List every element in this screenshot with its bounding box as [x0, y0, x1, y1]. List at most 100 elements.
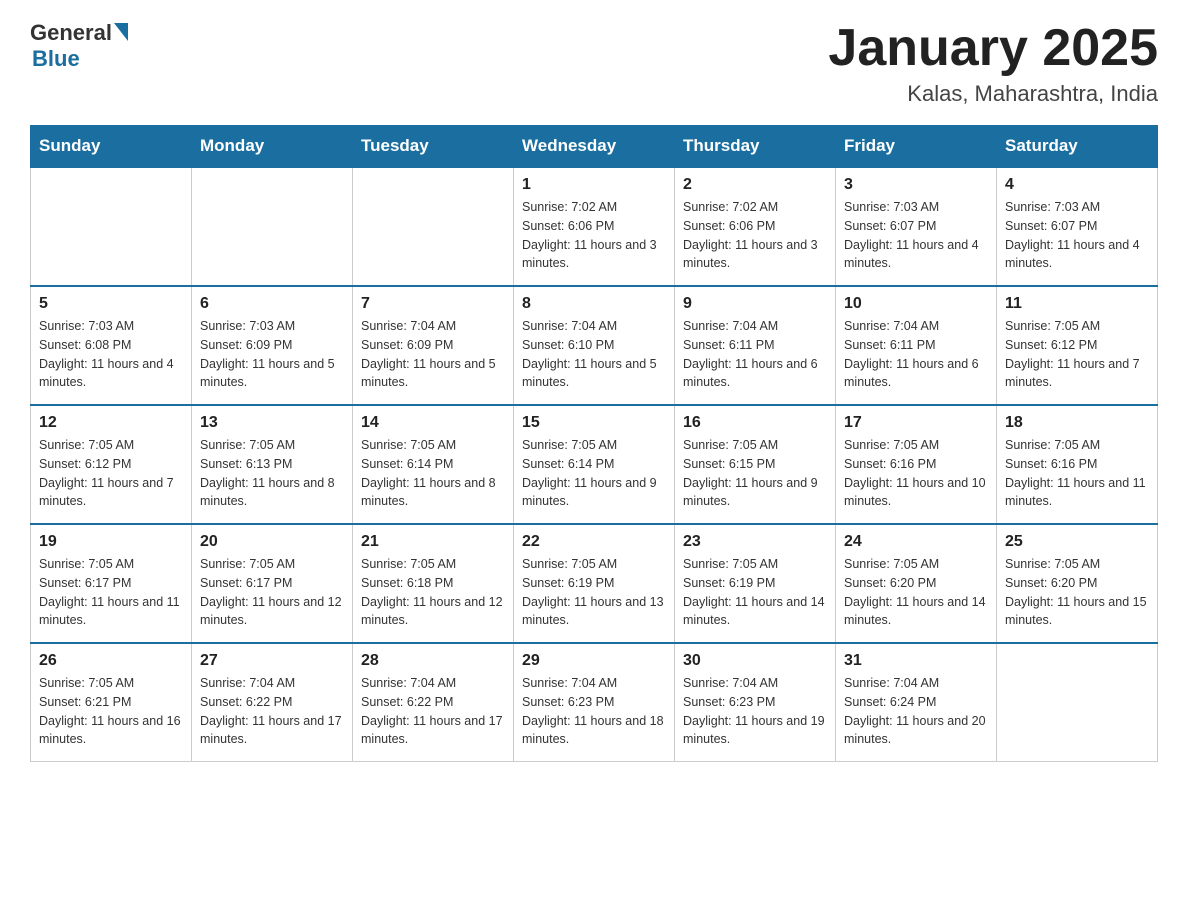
day-info: Sunrise: 7:05 AM Sunset: 6:19 PM Dayligh…	[683, 555, 827, 630]
calendar-cell: 10 Sunrise: 7:04 AM Sunset: 6:11 PM Dayli…	[836, 286, 997, 405]
calendar-subtitle: Kalas, Maharashtra, India	[828, 81, 1158, 107]
day-number: 15	[522, 414, 666, 432]
calendar-cell: 18Sunrise: 7:05 AM Sunset: 6:16 PM Dayli…	[997, 405, 1158, 524]
calendar-cell: 30Sunrise: 7:04 AM Sunset: 6:23 PM Dayli…	[675, 643, 836, 762]
calendar-cell: 3 Sunrise: 7:03 AM Sunset: 6:07 PM Daylig…	[836, 167, 997, 286]
day-info: Sunrise: 7:04 AM Sunset: 6:11 PM Dayligh…	[683, 317, 827, 392]
day-number: 3	[844, 176, 988, 194]
day-info: Sunrise: 7:03 AM Sunset: 6:08 PM Dayligh…	[39, 317, 183, 392]
calendar-cell: 16Sunrise: 7:05 AM Sunset: 6:15 PM Dayli…	[675, 405, 836, 524]
day-info: Sunrise: 7:02 AM Sunset: 6:06 PM Dayligh…	[522, 198, 666, 273]
day-info: Sunrise: 7:05 AM Sunset: 6:17 PM Dayligh…	[200, 555, 344, 630]
day-info: Sunrise: 7:03 AM Sunset: 6:07 PM Dayligh…	[1005, 198, 1149, 273]
calendar-cell	[997, 643, 1158, 762]
calendar-cell: 27 Sunrise: 7:04 AM Sunset: 6:22 PM Dayli…	[192, 643, 353, 762]
calendar-cell: 7Sunrise: 7:04 AM Sunset: 6:09 PM Daylig…	[353, 286, 514, 405]
day-number: 18	[1005, 414, 1149, 432]
day-info: Sunrise: 7:04 AM Sunset: 6:11 PM Dayligh…	[844, 317, 988, 392]
day-info: Sunrise: 7:04 AM Sunset: 6:09 PM Dayligh…	[361, 317, 505, 392]
day-info: Sunrise: 7:03 AM Sunset: 6:07 PM Dayligh…	[844, 198, 988, 273]
day-info: Sunrise: 7:05 AM Sunset: 6:17 PM Dayligh…	[39, 555, 183, 630]
day-info: Sunrise: 7:05 AM Sunset: 6:19 PM Dayligh…	[522, 555, 666, 630]
day-info: Sunrise: 7:05 AM Sunset: 6:20 PM Dayligh…	[844, 555, 988, 630]
day-info: Sunrise: 7:05 AM Sunset: 6:21 PM Dayligh…	[39, 674, 183, 749]
calendar-cell: 23 Sunrise: 7:05 AM Sunset: 6:19 PM Dayli…	[675, 524, 836, 643]
day-info: Sunrise: 7:05 AM Sunset: 6:14 PM Dayligh…	[522, 436, 666, 511]
calendar-cell: 28Sunrise: 7:04 AM Sunset: 6:22 PM Dayli…	[353, 643, 514, 762]
calendar-cell: 4 Sunrise: 7:03 AM Sunset: 6:07 PM Daylig…	[997, 167, 1158, 286]
calendar-cell: 8 Sunrise: 7:04 AM Sunset: 6:10 PM Daylig…	[514, 286, 675, 405]
logo-blue-text: Blue	[32, 46, 80, 72]
day-info: Sunrise: 7:04 AM Sunset: 6:22 PM Dayligh…	[361, 674, 505, 749]
day-number: 13	[200, 414, 344, 432]
header-cell-sunday: Sunday	[31, 126, 192, 168]
day-number: 11	[1005, 295, 1149, 313]
logo-general-text: General	[30, 20, 112, 46]
day-number: 23	[683, 533, 827, 551]
day-number: 6	[200, 295, 344, 313]
calendar-cell: 21 Sunrise: 7:05 AM Sunset: 6:18 PM Dayli…	[353, 524, 514, 643]
day-info: Sunrise: 7:04 AM Sunset: 6:22 PM Dayligh…	[200, 674, 344, 749]
calendar-week-5: 26 Sunrise: 7:05 AM Sunset: 6:21 PM Dayli…	[31, 643, 1158, 762]
calendar-cell: 13 Sunrise: 7:05 AM Sunset: 6:13 PM Dayli…	[192, 405, 353, 524]
calendar-header: SundayMondayTuesdayWednesdayThursdayFrid…	[31, 126, 1158, 168]
day-number: 1	[522, 176, 666, 194]
calendar-week-1: 1 Sunrise: 7:02 AM Sunset: 6:06 PM Daylig…	[31, 167, 1158, 286]
day-info: Sunrise: 7:05 AM Sunset: 6:16 PM Dayligh…	[844, 436, 988, 511]
header-row: SundayMondayTuesdayWednesdayThursdayFrid…	[31, 126, 1158, 168]
header-cell-monday: Monday	[192, 126, 353, 168]
calendar-cell: 25Sunrise: 7:05 AM Sunset: 6:20 PM Dayli…	[997, 524, 1158, 643]
day-info: Sunrise: 7:05 AM Sunset: 6:18 PM Dayligh…	[361, 555, 505, 630]
calendar-title: January 2025	[828, 20, 1158, 77]
calendar-cell: 29Sunrise: 7:04 AM Sunset: 6:23 PM Dayli…	[514, 643, 675, 762]
day-number: 9	[683, 295, 827, 313]
day-number: 10	[844, 295, 988, 313]
day-number: 27	[200, 652, 344, 670]
logo: General Blue	[30, 20, 128, 72]
day-number: 21	[361, 533, 505, 551]
calendar-cell: 17 Sunrise: 7:05 AM Sunset: 6:16 PM Dayli…	[836, 405, 997, 524]
calendar-week-2: 5 Sunrise: 7:03 AM Sunset: 6:08 PM Daylig…	[31, 286, 1158, 405]
day-number: 22	[522, 533, 666, 551]
day-number: 4	[1005, 176, 1149, 194]
calendar-cell: 14 Sunrise: 7:05 AM Sunset: 6:14 PM Dayli…	[353, 405, 514, 524]
day-info: Sunrise: 7:03 AM Sunset: 6:09 PM Dayligh…	[200, 317, 344, 392]
day-info: Sunrise: 7:04 AM Sunset: 6:10 PM Dayligh…	[522, 317, 666, 392]
day-info: Sunrise: 7:05 AM Sunset: 6:14 PM Dayligh…	[361, 436, 505, 511]
calendar-cell: 26 Sunrise: 7:05 AM Sunset: 6:21 PM Dayli…	[31, 643, 192, 762]
day-info: Sunrise: 7:04 AM Sunset: 6:23 PM Dayligh…	[522, 674, 666, 749]
calendar-body: 1 Sunrise: 7:02 AM Sunset: 6:06 PM Daylig…	[31, 167, 1158, 762]
calendar-week-4: 19Sunrise: 7:05 AM Sunset: 6:17 PM Dayli…	[31, 524, 1158, 643]
day-number: 25	[1005, 533, 1149, 551]
day-number: 31	[844, 652, 988, 670]
day-number: 20	[200, 533, 344, 551]
calendar-cell: 19Sunrise: 7:05 AM Sunset: 6:17 PM Dayli…	[31, 524, 192, 643]
calendar-cell: 11 Sunrise: 7:05 AM Sunset: 6:12 PM Dayli…	[997, 286, 1158, 405]
calendar-table: SundayMondayTuesdayWednesdayThursdayFrid…	[30, 125, 1158, 762]
calendar-cell: 1 Sunrise: 7:02 AM Sunset: 6:06 PM Daylig…	[514, 167, 675, 286]
header-cell-friday: Friday	[836, 126, 997, 168]
calendar-cell: 20 Sunrise: 7:05 AM Sunset: 6:17 PM Dayli…	[192, 524, 353, 643]
day-info: Sunrise: 7:05 AM Sunset: 6:13 PM Dayligh…	[200, 436, 344, 511]
day-info: Sunrise: 7:05 AM Sunset: 6:12 PM Dayligh…	[39, 436, 183, 511]
calendar-cell: 15 Sunrise: 7:05 AM Sunset: 6:14 PM Dayli…	[514, 405, 675, 524]
day-info: Sunrise: 7:05 AM Sunset: 6:12 PM Dayligh…	[1005, 317, 1149, 392]
header-cell-thursday: Thursday	[675, 126, 836, 168]
page-header: General Blue January 2025 Kalas, Maharas…	[30, 20, 1158, 107]
day-number: 14	[361, 414, 505, 432]
calendar-cell: 22 Sunrise: 7:05 AM Sunset: 6:19 PM Dayli…	[514, 524, 675, 643]
day-number: 16	[683, 414, 827, 432]
day-number: 5	[39, 295, 183, 313]
calendar-cell	[31, 167, 192, 286]
logo-triangle-icon	[114, 23, 128, 41]
day-number: 17	[844, 414, 988, 432]
day-number: 30	[683, 652, 827, 670]
header-cell-saturday: Saturday	[997, 126, 1158, 168]
calendar-cell	[353, 167, 514, 286]
header-cell-wednesday: Wednesday	[514, 126, 675, 168]
title-block: January 2025 Kalas, Maharashtra, India	[828, 20, 1158, 107]
header-cell-tuesday: Tuesday	[353, 126, 514, 168]
day-number: 8	[522, 295, 666, 313]
day-info: Sunrise: 7:02 AM Sunset: 6:06 PM Dayligh…	[683, 198, 827, 273]
day-number: 26	[39, 652, 183, 670]
